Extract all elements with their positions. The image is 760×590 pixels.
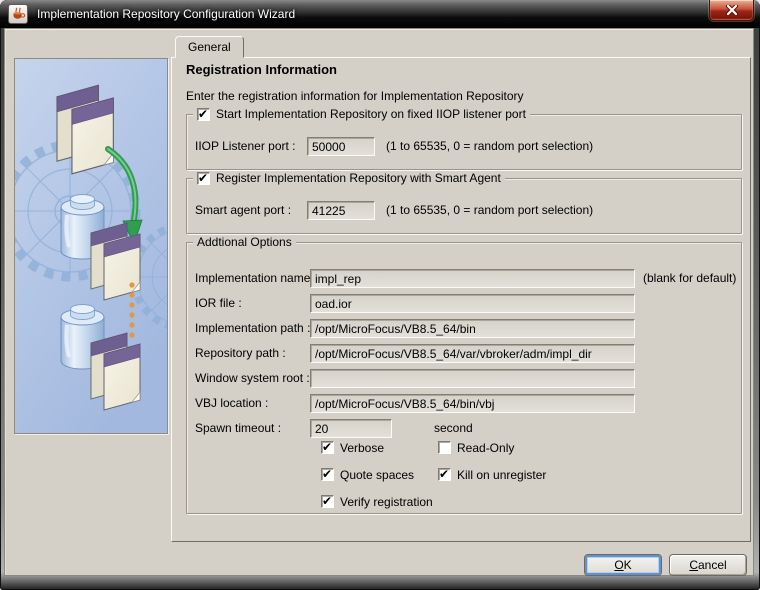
cancel-button-rest: ancel xyxy=(697,558,727,572)
wizard-artwork xyxy=(14,58,168,434)
wizard-window: Implementation Repository Configuration … xyxy=(0,0,760,590)
page-subtitle: Enter the registration information for I… xyxy=(186,89,524,103)
kill-on-unregister-checkbox-row[interactable]: Kill on unregister xyxy=(438,467,546,482)
tab-label: General xyxy=(188,40,231,54)
verbose-label: Verbose xyxy=(340,440,385,455)
verify-registration-checkbox[interactable] xyxy=(321,494,334,508)
implementation-name-input[interactable] xyxy=(310,269,635,288)
titlebar: Implementation Repository Configuration … xyxy=(0,0,760,28)
window-system-root-label: Window system root : xyxy=(195,371,310,385)
iiop-port-note: (1 to 65535, 0 = random port selection) xyxy=(386,139,594,153)
group-iiop-legend: Start Implementation Repository on fixed… xyxy=(193,107,530,122)
group-additional-title: Addtional Options xyxy=(193,235,296,250)
group-iiop-title: Start Implementation Repository on fixed… xyxy=(216,107,526,121)
kill-on-unregister-checkbox[interactable] xyxy=(438,467,451,481)
repository-path-label: Repository path : xyxy=(195,346,286,360)
iiop-listener-port-input[interactable] xyxy=(307,137,375,156)
read-only-checkbox-row[interactable]: Read-Only xyxy=(438,440,514,455)
window-system-root-input[interactable] xyxy=(310,369,635,388)
verify-registration-checkbox-row[interactable]: Verify registration xyxy=(321,494,433,509)
group-smart-title: Register Implementation Repository with … xyxy=(216,171,501,185)
iiop-enable-checkbox[interactable] xyxy=(197,107,210,122)
ok-button[interactable]: OK xyxy=(584,554,662,576)
spawn-timeout-unit: second xyxy=(434,421,473,435)
ior-file-input[interactable] xyxy=(310,294,635,313)
page-title: Registration Information xyxy=(186,62,337,77)
close-button[interactable] xyxy=(709,0,754,21)
smart-agent-port-input[interactable] xyxy=(307,201,375,220)
smart-port-note: (1 to 65535, 0 = random port selection) xyxy=(386,203,594,217)
dialog-body: General Registration Information Enter t… xyxy=(4,28,754,576)
implementation-name-note: (blank for default) xyxy=(643,271,737,285)
cancel-button[interactable]: Cancel xyxy=(669,554,747,576)
group-smart-legend: Register Implementation Repository with … xyxy=(193,171,505,186)
ok-button-rest: K xyxy=(623,558,632,572)
kill-on-unregister-label: Kill on unregister xyxy=(457,467,547,482)
window-title: Implementation Repository Configuration … xyxy=(37,7,296,21)
verify-registration-label: Verify registration xyxy=(340,494,433,509)
spawn-timeout-input[interactable] xyxy=(310,419,392,438)
ior-file-label: IOR file : xyxy=(195,296,242,310)
java-coffee-icon xyxy=(8,4,28,24)
quote-spaces-checkbox-row[interactable]: Quote spaces xyxy=(321,467,414,482)
cancel-button-mnemonic: C xyxy=(689,558,698,572)
quote-spaces-label: Quote spaces xyxy=(340,467,415,482)
group-iiop-listener: Start Implementation Repository on fixed… xyxy=(186,107,742,170)
tab-general[interactable]: General xyxy=(175,36,244,58)
spawn-timeout-label: Spawn timeout : xyxy=(195,421,282,435)
repository-path-input[interactable] xyxy=(310,344,635,363)
read-only-checkbox[interactable] xyxy=(438,441,451,454)
group-additional-options: Addtional Options Implementation name : … xyxy=(186,235,742,514)
ok-button-mnemonic: O xyxy=(614,558,624,572)
vbj-location-input[interactable] xyxy=(310,394,635,413)
quote-spaces-checkbox[interactable] xyxy=(321,467,334,481)
smart-port-label: Smart agent port : xyxy=(195,203,292,217)
group-smart-agent: Register Implementation Repository with … xyxy=(186,171,742,234)
smart-agent-enable-checkbox[interactable] xyxy=(197,171,210,186)
vbj-location-label: VBJ location : xyxy=(195,396,269,410)
iiop-port-label: IIOP Listener port : xyxy=(195,139,296,153)
verbose-checkbox[interactable] xyxy=(321,440,334,454)
implementation-path-input[interactable] xyxy=(310,319,635,338)
verbose-checkbox-row[interactable]: Verbose xyxy=(321,440,384,455)
implementation-path-label: Implementation path : xyxy=(195,321,311,335)
close-icon xyxy=(725,5,738,15)
implementation-name-label: Implementation name : xyxy=(195,271,318,285)
tab-pane: Registration Information Enter the regis… xyxy=(171,57,751,542)
read-only-label: Read-Only xyxy=(457,440,515,455)
